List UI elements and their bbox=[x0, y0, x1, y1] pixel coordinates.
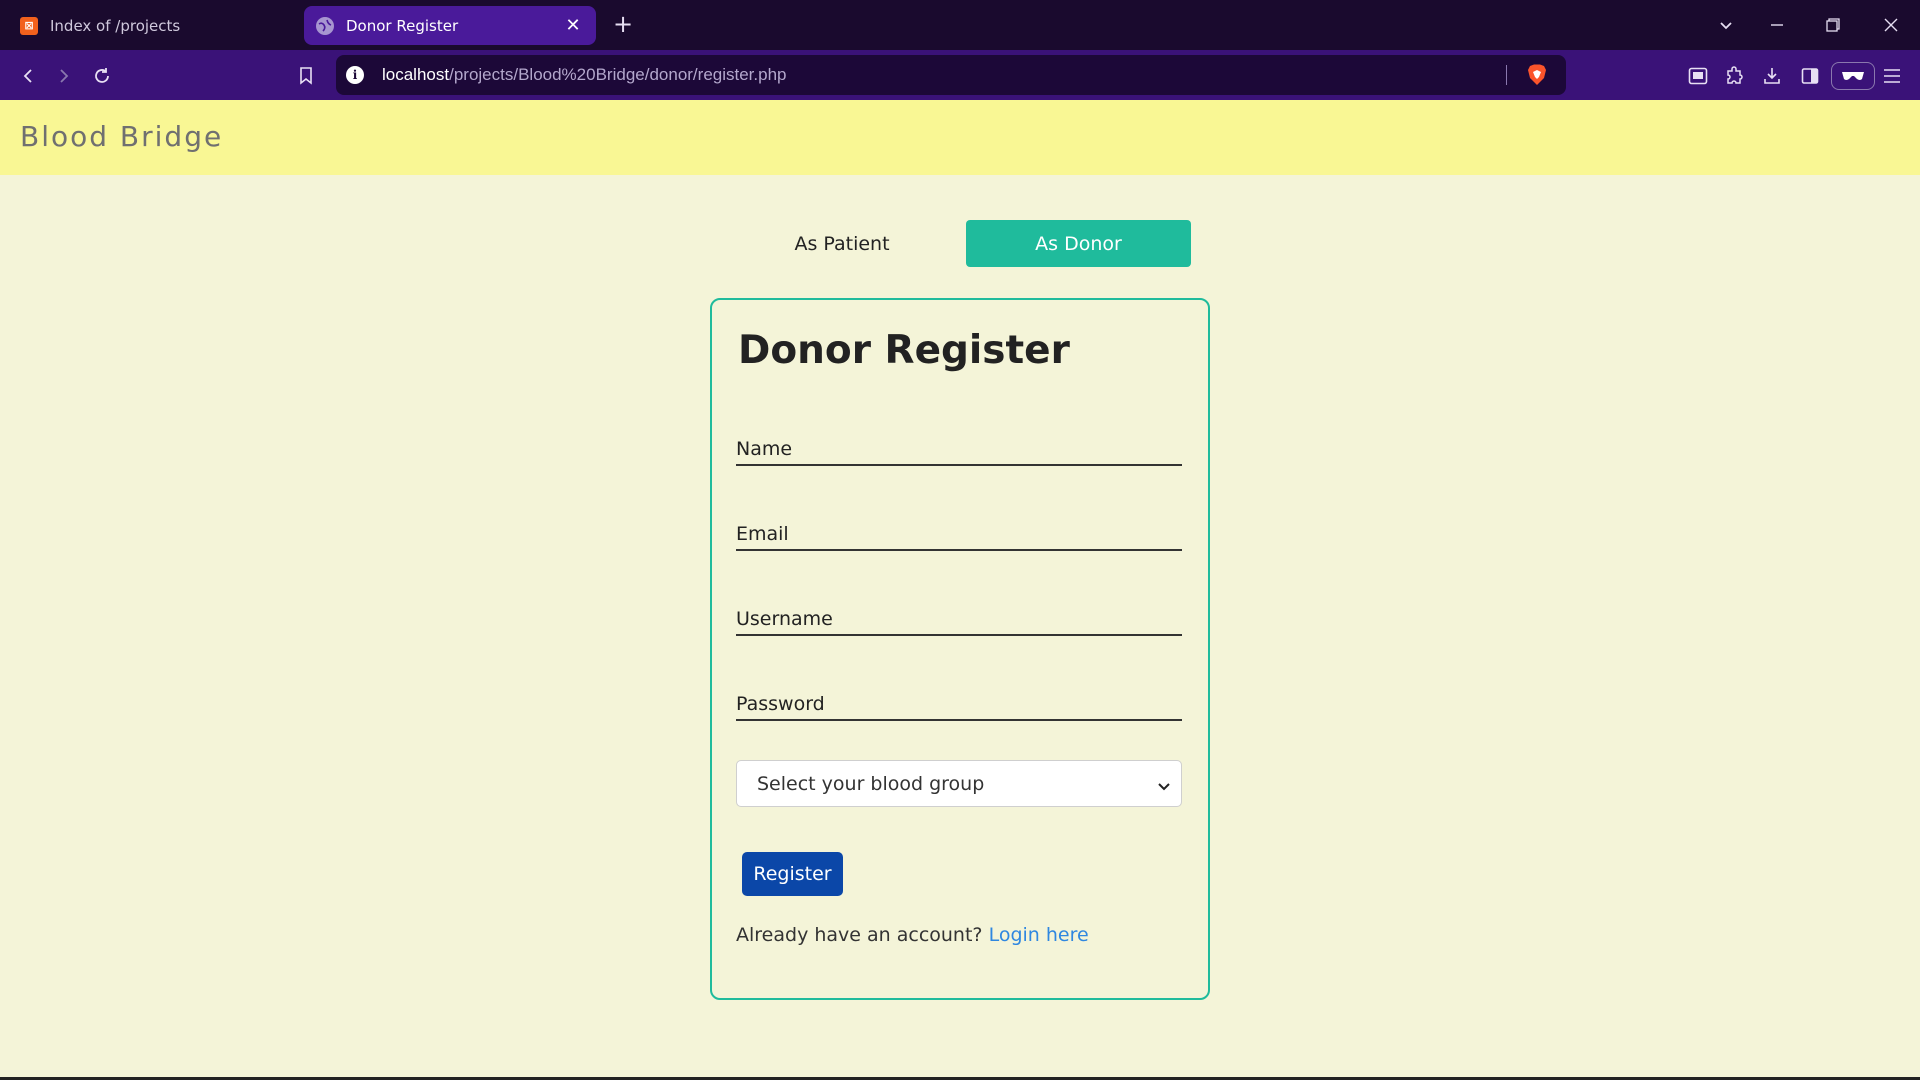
brave-wallet-icon[interactable] bbox=[1831, 62, 1875, 90]
login-prompt: Already have an account? Login here bbox=[736, 924, 1089, 946]
name-input[interactable] bbox=[736, 438, 1182, 460]
xampp-icon: ⊠ bbox=[20, 16, 38, 35]
password-field[interactable] bbox=[736, 671, 1182, 721]
minimize-icon[interactable] bbox=[1762, 10, 1792, 40]
tab-index-of-projects[interactable]: ⊠ Index of /projects bbox=[8, 6, 298, 45]
new-tab-button[interactable]: + bbox=[611, 12, 635, 36]
site-navbar: Blood Bridge bbox=[0, 100, 1920, 175]
url-path: /projects/Blood%20Bridge/donor/register.… bbox=[449, 65, 787, 84]
close-window-icon[interactable] bbox=[1876, 10, 1906, 40]
tab-title: Donor Register bbox=[346, 16, 459, 35]
register-form: Select your blood group Register Already… bbox=[710, 298, 1210, 1000]
email-input[interactable] bbox=[736, 523, 1182, 545]
tab-donor-register[interactable]: Donor Register ✕ bbox=[304, 6, 596, 45]
site-info-icon[interactable]: i bbox=[346, 66, 364, 84]
login-prompt-text: Already have an account? bbox=[736, 924, 983, 946]
reader-mode-icon[interactable] bbox=[1684, 62, 1712, 90]
username-field[interactable] bbox=[736, 586, 1182, 636]
email-field[interactable] bbox=[736, 501, 1182, 551]
as-donor-tab[interactable]: As Donor bbox=[966, 220, 1191, 267]
register-button[interactable]: Register bbox=[742, 852, 843, 896]
downloads-icon[interactable] bbox=[1758, 62, 1786, 90]
blood-group-select-value: Select your blood group bbox=[757, 772, 985, 795]
sidebar-toggle-icon[interactable] bbox=[1796, 62, 1824, 90]
tab-search-chevron-icon[interactable] bbox=[1711, 10, 1741, 40]
username-input[interactable] bbox=[736, 608, 1182, 630]
globe-icon bbox=[316, 16, 334, 35]
close-tab-icon[interactable]: ✕ bbox=[562, 15, 584, 37]
menu-icon[interactable] bbox=[1878, 62, 1906, 90]
blood-group-select[interactable]: Select your blood group bbox=[736, 760, 1182, 807]
reload-icon[interactable] bbox=[88, 62, 116, 90]
chevron-down-icon bbox=[1157, 776, 1171, 791]
as-patient-tab[interactable]: As Patient bbox=[742, 220, 942, 267]
bookmark-icon[interactable] bbox=[292, 62, 320, 90]
extensions-icon[interactable] bbox=[1721, 62, 1749, 90]
browser-toolbar: i localhost/projects/Blood%20Bridge/dono… bbox=[0, 50, 1920, 100]
name-field[interactable] bbox=[736, 416, 1182, 466]
restore-icon[interactable] bbox=[1818, 10, 1848, 40]
address-bar-divider bbox=[1506, 65, 1507, 85]
address-bar[interactable]: i localhost/projects/Blood%20Bridge/dono… bbox=[336, 55, 1566, 95]
url-host: localhost bbox=[382, 65, 450, 84]
site-brand[interactable]: Blood Bridge bbox=[20, 120, 223, 153]
browser-tab-strip: ⊠ Index of /projects Donor Register ✕ + bbox=[0, 0, 1920, 50]
tab-title: Index of /projects bbox=[50, 16, 181, 35]
password-input[interactable] bbox=[736, 693, 1182, 715]
login-link[interactable]: Login here bbox=[989, 924, 1089, 946]
back-icon[interactable] bbox=[14, 62, 42, 90]
url-text[interactable]: localhost/projects/Blood%20Bridge/donor/… bbox=[382, 65, 787, 85]
brave-shields-icon[interactable] bbox=[1527, 64, 1547, 86]
forward-icon[interactable] bbox=[50, 62, 78, 90]
